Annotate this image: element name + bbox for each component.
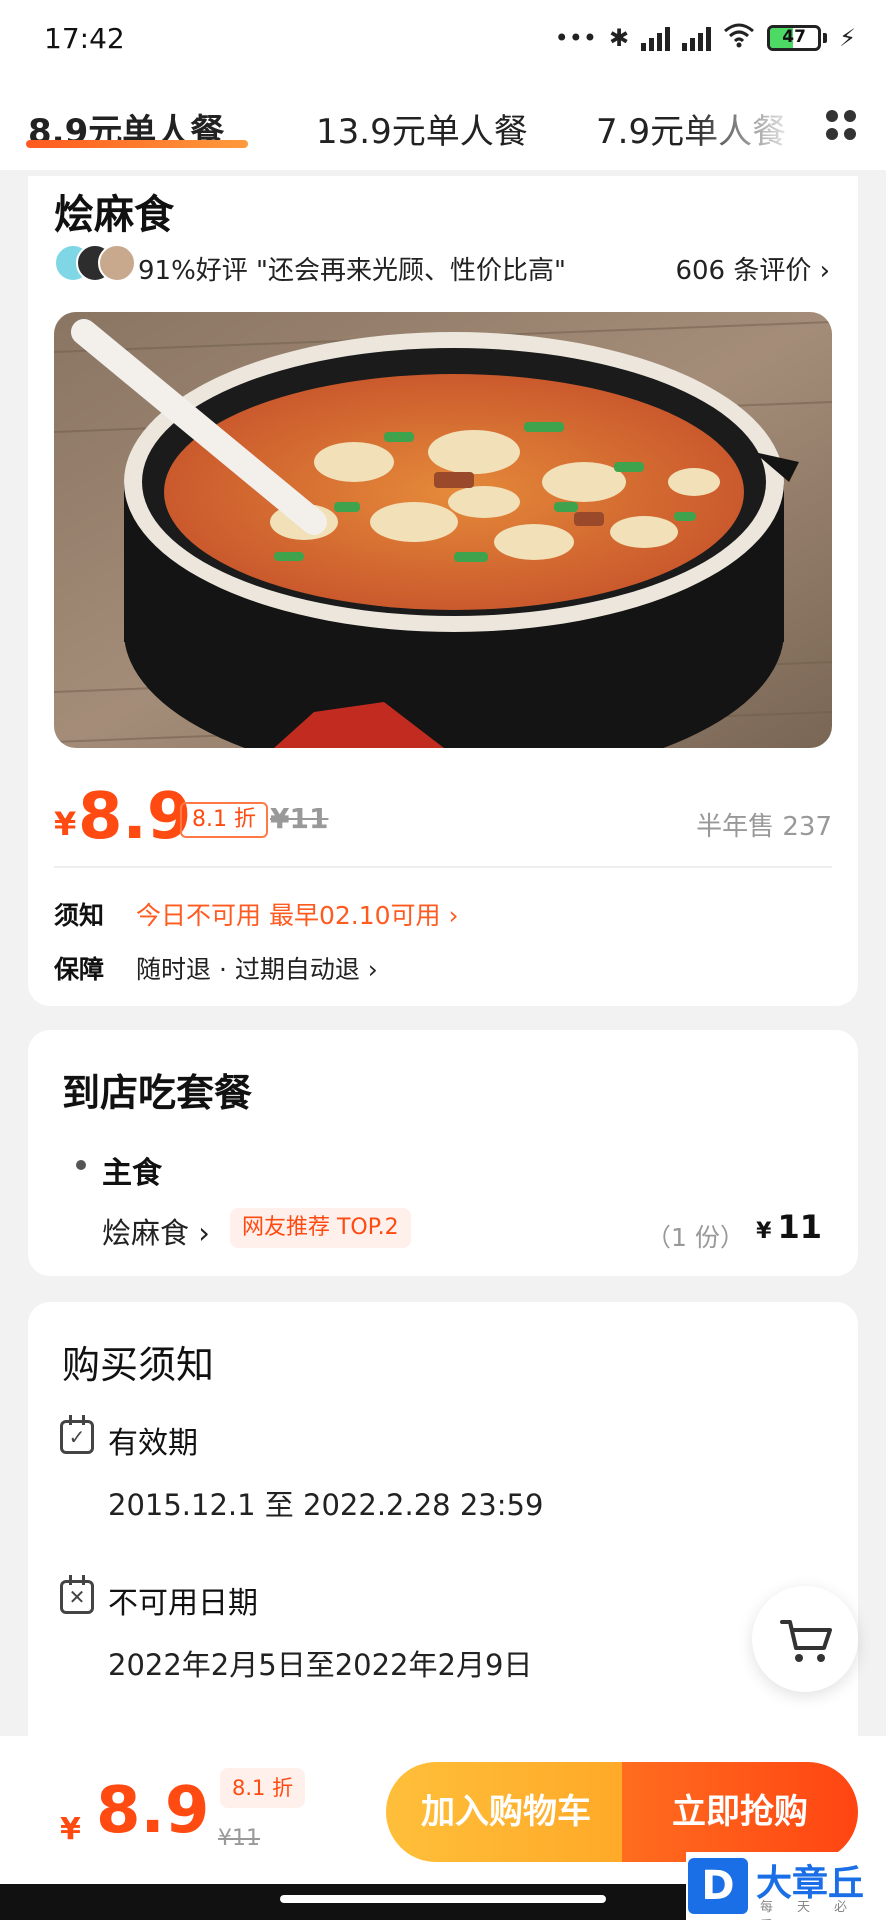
- cart-icon: [780, 1620, 832, 1662]
- charging-icon: ⚡: [839, 24, 856, 52]
- price-currency: ¥: [54, 805, 77, 843]
- item-price-value: 11: [777, 1208, 822, 1246]
- status-bar: 17:42 ••• ✱ 47 ⚡: [0, 0, 886, 78]
- watermark: D 大章丘 每天必看: [686, 1852, 886, 1920]
- rating-summary: 91%好评 "还会再来光顾、性价比高": [138, 256, 566, 286]
- food-image[interactable]: [54, 312, 832, 748]
- active-tab-indicator: [26, 140, 248, 148]
- bottom-price-currency: ¥: [60, 1812, 81, 1847]
- purchase-notes-title: 购买须知: [62, 1343, 215, 1387]
- reviewer-avatars: [54, 244, 136, 284]
- battery-icon: 47: [767, 25, 828, 51]
- add-to-cart-button[interactable]: 加入购物车: [386, 1762, 626, 1862]
- divider: [54, 866, 832, 868]
- sold-count: 半年售 237: [696, 812, 832, 842]
- bullet: [76, 1160, 86, 1170]
- reviews-link[interactable]: 606 条评价 ›: [675, 250, 830, 287]
- bluetooth-icon: ✱: [609, 24, 630, 52]
- watermark-logo: D: [688, 1858, 748, 1914]
- bottom-price: 8.9: [96, 1774, 210, 1848]
- portion-count: （1 份）: [646, 1223, 745, 1252]
- cart-float-button[interactable]: [752, 1586, 858, 1692]
- tab-fade: [690, 78, 800, 170]
- product-title: 烩麻食: [54, 192, 174, 238]
- validity-value: 2015.12.1 至 2022.2.28 23:59: [108, 1488, 544, 1522]
- tab-13-9-meal[interactable]: 13.9元单人餐: [316, 104, 528, 153]
- unavailable-value: 2022年2月5日至2022年2月9日: [108, 1648, 533, 1682]
- bottom-original-price: ¥11: [218, 1826, 260, 1851]
- original-price: ¥11: [270, 802, 329, 835]
- status-time: 17:42: [44, 22, 125, 55]
- signal-icon: [641, 25, 671, 51]
- recommend-tag: 网友推荐 TOP.2: [230, 1208, 411, 1248]
- more-dots-icon: •••: [554, 24, 598, 52]
- notice-value[interactable]: 今日不可用 最早02.10可用 ›: [136, 896, 458, 932]
- wifi-icon: [723, 22, 755, 54]
- price-value: 8.9: [78, 780, 192, 854]
- item-price-currency: ¥: [756, 1219, 772, 1244]
- unavailable-label: 不可用日期: [108, 1586, 258, 1621]
- bottom-discount-badge: 8.1 折: [220, 1768, 306, 1808]
- set-meal-item[interactable]: 烩麻食 ›: [102, 1210, 210, 1252]
- set-meal-title: 到店吃套餐: [62, 1071, 253, 1115]
- item-price: ¥11: [756, 1208, 822, 1246]
- status-icons: ••• ✱ 47 ⚡: [555, 22, 856, 54]
- home-indicator[interactable]: [280, 1895, 606, 1903]
- buy-now-button[interactable]: 立即抢购: [622, 1762, 858, 1862]
- discount-badge: 8.1 折: [180, 802, 268, 838]
- notice-label: 须知: [54, 901, 105, 930]
- avatar: [98, 244, 136, 282]
- guarantee-value[interactable]: 随时退 · 过期自动退 ›: [136, 950, 378, 986]
- calendar-check-icon: ✓: [60, 1415, 94, 1454]
- calendar-x-icon: ✕: [60, 1575, 94, 1614]
- validity-label: 有效期: [108, 1426, 198, 1461]
- signal-icon-2: [682, 25, 712, 51]
- watermark-slogan: 每天必看: [760, 1900, 872, 1920]
- grid-menu-icon[interactable]: [826, 110, 856, 140]
- guarantee-label: 保障: [54, 955, 105, 984]
- staple-category: 主食: [102, 1156, 162, 1191]
